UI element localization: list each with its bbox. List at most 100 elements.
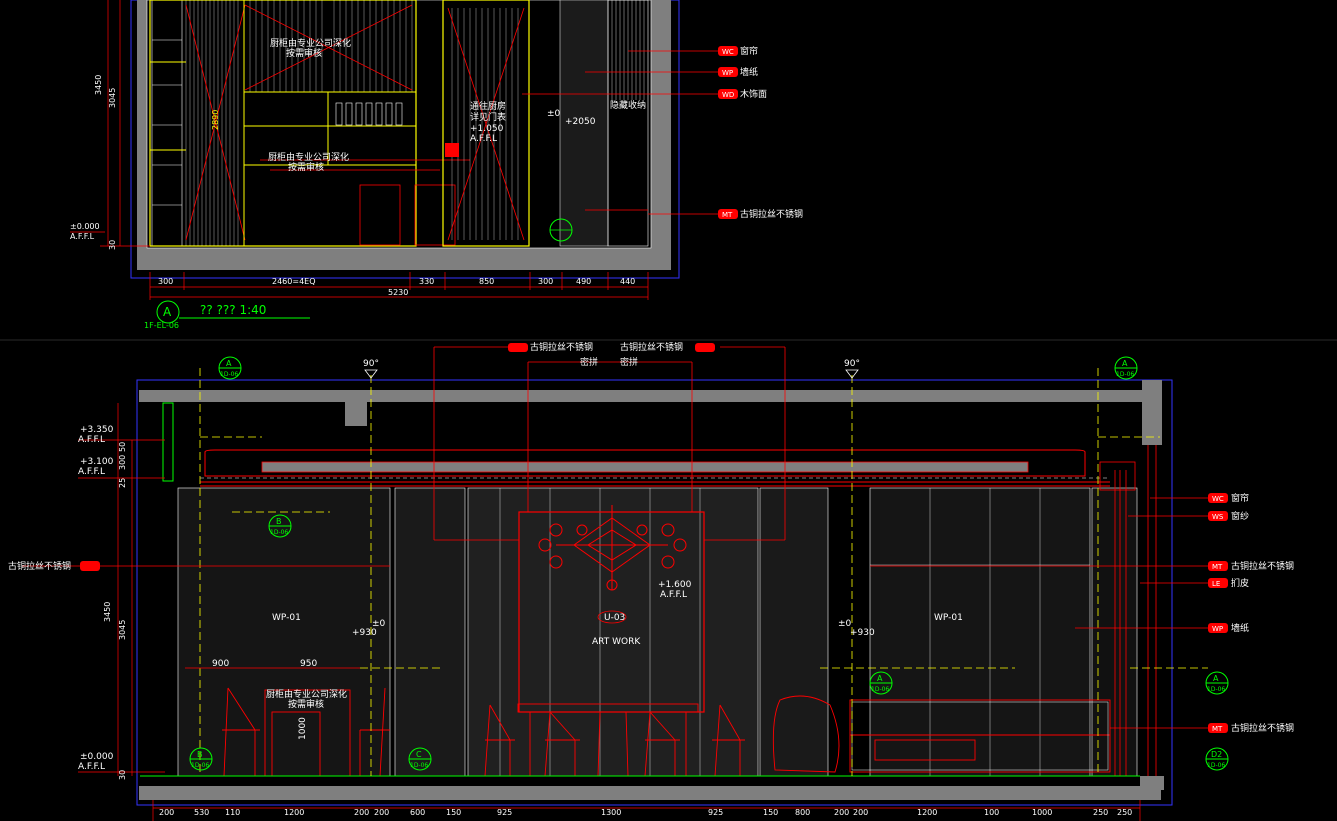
callout-b-1-tag: WC xyxy=(1212,495,1224,503)
level-0000-b: ±0.000 xyxy=(80,752,114,762)
dim-b-10: 925 xyxy=(708,808,723,817)
dim-b-2: 110 xyxy=(225,808,240,817)
callout-b-1-label: 窗帘 xyxy=(1231,492,1249,504)
bubble-4-top: A xyxy=(877,674,883,683)
note-level-2050: +2050 xyxy=(565,117,596,127)
level-930-right-b: +930 xyxy=(850,628,875,638)
callout-b-4-tag: LE xyxy=(1212,580,1220,588)
callout-b-3-tag: MT xyxy=(1212,563,1223,571)
dim-3045-b: 3045 xyxy=(118,620,127,640)
wall-right-a xyxy=(651,0,671,270)
callout-b-2: WS 窗纱 xyxy=(1208,510,1249,522)
bubble-6-top: B xyxy=(197,750,203,759)
level-930-left-b: +930 xyxy=(352,628,377,638)
wall-tag-right: WP-01 xyxy=(934,613,963,623)
inner-dim-950: 950 xyxy=(300,659,317,669)
note-level-0-a: ±0 xyxy=(547,109,561,119)
bubble-4-bottom: 1D-06 xyxy=(871,686,889,693)
angle-left-label: 90° xyxy=(363,359,379,369)
dim-a-2460: 2460=4EQ xyxy=(272,277,316,286)
dim-b-13: 200 xyxy=(834,808,849,817)
dim-b-3: 1200 xyxy=(284,808,304,817)
note-door-2: 详见门表 xyxy=(470,111,506,123)
dim-b-1: 530 xyxy=(194,808,209,817)
floor-step-b xyxy=(1140,776,1164,790)
level-0000-affl-b: A.F.F.L xyxy=(78,762,105,772)
bubble-6-bottom: 1D-06 xyxy=(191,762,209,769)
cad-drawing-canvas[interactable]: 厨柜由专业公司深化 按需审核 厨柜由专业公司深化 按需审核 通往厨房 详见门表 … xyxy=(0,0,1337,821)
artwork-affl: A.F.F.L xyxy=(660,590,687,600)
callout-b-4: LE 扪皮 xyxy=(1208,577,1249,589)
dim-b-0: 200 xyxy=(159,808,174,817)
callout-a-2: WP 墙纸 xyxy=(718,66,758,78)
dim-300-b: 300 xyxy=(118,455,127,470)
elevation-b: 90° 90° 古铜拉丝不锈钢 密拼 古铜拉丝不锈钢 密拼 A 1D-06 A … xyxy=(8,341,1229,821)
dim-30-b: 30 xyxy=(118,770,127,780)
dim-a-330: 330 xyxy=(419,277,434,286)
bubble-3-bottom: 1D-06 xyxy=(270,529,288,536)
bubble-2-top: A xyxy=(1122,359,1128,368)
dim-50-b: 50 xyxy=(118,442,127,452)
level-zero-a: ±0.000 xyxy=(70,222,100,231)
dim-a-440: 440 xyxy=(620,277,635,286)
bubble-8-bottom: 1D-06 xyxy=(1207,762,1225,769)
floor-slab-b xyxy=(139,786,1161,800)
dim-b-7: 150 xyxy=(446,808,461,817)
ceiling-slab-b xyxy=(139,390,1161,402)
callout-a-4-label: 古铜拉丝不锈钢 xyxy=(740,208,803,220)
callout-b-2-tag: WS xyxy=(1212,513,1224,521)
note-door-1: 通往厨房 xyxy=(470,100,506,112)
dim-b-11: 150 xyxy=(763,808,778,817)
dim-a-850: 850 xyxy=(479,277,494,286)
left-callout-b: 古铜拉丝不锈钢 xyxy=(8,560,100,572)
dim-b-8: 925 xyxy=(497,808,512,817)
level-3100-affl: A.F.F.L xyxy=(78,467,105,477)
title-ref-a: 1F-EL-06 xyxy=(144,321,179,330)
level-3100: +3.100 xyxy=(80,457,114,467)
top-callout-left: 古铜拉丝不锈钢 密拼 xyxy=(508,341,598,368)
level-affl-a: A.F.F.L xyxy=(70,232,95,241)
note-cabinet-top2: 按需审核 xyxy=(286,47,322,59)
dim-a-490: 490 xyxy=(576,277,591,286)
bubble-2-bottom: 1D-06 xyxy=(1116,371,1134,378)
bubble-1-top: A xyxy=(226,359,232,368)
dim-a-300b: 300 xyxy=(538,277,553,286)
dim-b-18: 250 xyxy=(1093,808,1108,817)
left-callout-label: 古铜拉丝不锈钢 xyxy=(8,560,71,572)
title-text-a: ?? ??? 1:40 xyxy=(200,303,266,317)
column-b xyxy=(1142,380,1162,445)
wall-tag-left: WP-01 xyxy=(272,613,301,623)
cabinet-dim-b: 1000 xyxy=(298,717,308,740)
callout-b-5: WP 墙纸 xyxy=(1208,622,1249,634)
note-cabinet-mid2: 按需审核 xyxy=(288,161,324,173)
dim-b-5: 200 xyxy=(374,808,389,817)
callout-b-5-label: 墙纸 xyxy=(1231,622,1249,634)
dim-b-14: 200 xyxy=(853,808,868,817)
artwork-label: ART WORK xyxy=(592,637,641,647)
bubble-1-bottom: 1D-06 xyxy=(220,371,238,378)
bubble-7-bottom: 1D-06 xyxy=(410,762,428,769)
dim-b-17: 1000 xyxy=(1032,808,1052,817)
window-panel xyxy=(1091,487,1138,777)
callout-b-3: MT 古铜拉丝不锈钢 xyxy=(1208,560,1294,572)
note-hidden-cabinet: 隐藏收纳 xyxy=(610,99,646,111)
callout-b-6: MT 古铜拉丝不锈钢 xyxy=(1208,722,1294,734)
angle-right-label: 90° xyxy=(844,359,860,369)
callout-b-6-tag: MT xyxy=(1212,725,1223,733)
bubble-5-bottom: 1D-06 xyxy=(1207,686,1225,693)
wall-panel-left-2 xyxy=(394,487,466,777)
note-door-affl: A.F.F.L xyxy=(470,134,497,144)
dim-b-4: 200 xyxy=(354,808,369,817)
dim-a-300: 300 xyxy=(158,277,173,286)
artwork-tag: U-03 xyxy=(604,613,625,623)
dim-30-a: 30 xyxy=(108,240,117,250)
callout-b-2-label: 窗纱 xyxy=(1231,510,1249,522)
callout-a-1-label: 窗帘 xyxy=(740,45,758,57)
callout-b-6-label: 古铜拉丝不锈钢 xyxy=(1231,722,1294,734)
dim-b-15: 1200 xyxy=(917,808,937,817)
dim-b-6: 600 xyxy=(410,808,425,817)
floor-slab-a xyxy=(137,248,671,270)
level-3350-affl: A.F.F.L xyxy=(78,435,105,445)
dim-25-b: 25 xyxy=(118,478,127,488)
title-block-a: A 1F-EL-06 ?? ??? 1:40 xyxy=(144,300,310,330)
